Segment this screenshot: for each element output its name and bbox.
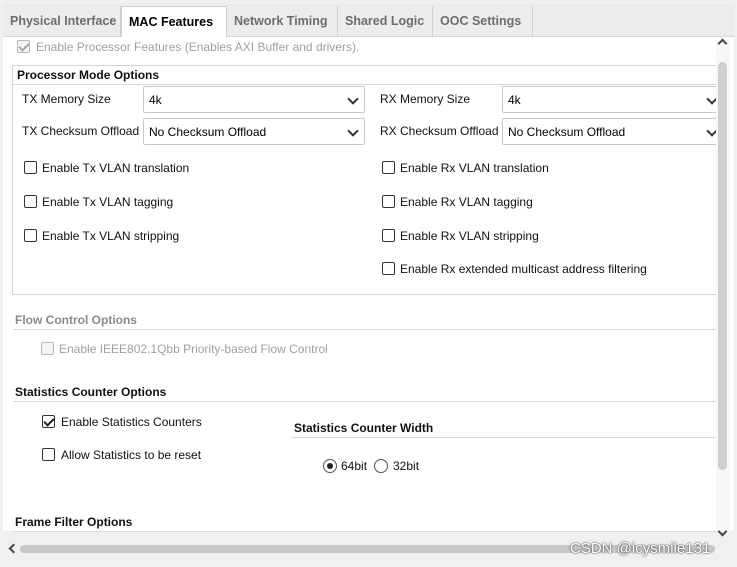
tx-checksum-label: TX Checksum Offload [22,124,140,138]
tab-mac-features[interactable]: MAC Features [121,6,227,39]
pfc-label: Enable IEEE802.1Qbb Priority-based Flow … [59,342,328,356]
chevron-down-icon [347,125,359,137]
statistics-title: Statistics Counter Options [15,385,167,399]
tx-checksum-select[interactable]: No Checksum Offload [143,118,365,145]
rx-checksum-value: No Checksum Offload [508,125,626,139]
tx-memory-size-select[interactable]: 4k [143,86,365,113]
rx-memory-size-value: 4k [508,93,521,107]
tx-vlan-tagging-checkbox[interactable] [24,195,37,208]
statistics-divider [13,401,716,402]
tx-vlan-stripping-checkbox[interactable] [24,229,37,242]
tx-vlan-translation-label: Enable Tx VLAN translation [42,161,190,175]
enable-processor-checkbox[interactable] [17,40,30,53]
radio-32bit-label: 32bit [393,459,420,473]
rx-vlan-tagging-checkbox[interactable] [382,195,395,208]
rx-memory-size-label: RX Memory Size [380,92,471,106]
rx-vlan-translation-checkbox[interactable] [382,161,395,174]
tx-checksum-value: No Checksum Offload [149,125,267,139]
flow-control-title: Flow Control Options [15,313,137,327]
enable-processor-label: Enable Processor Features (Enables AXI B… [36,40,360,54]
allow-reset-checkbox[interactable] [42,448,55,461]
rx-vlan-translation-label: Enable Rx VLAN translation [400,161,549,175]
tx-vlan-tagging-label: Enable Tx VLAN tagging [42,195,174,209]
frame-filter-divider [13,531,716,532]
allow-reset-label: Allow Statistics to be reset [61,448,202,462]
radio-64bit[interactable] [323,459,337,473]
rx-vlan-stripping-label: Enable Rx VLAN stripping [400,229,539,243]
rx-multicast-filter-label: Enable Rx extended multicast address fil… [400,262,647,276]
radio-32bit[interactable] [374,459,388,473]
rx-memory-size-select[interactable]: 4k [502,86,724,113]
rx-vlan-stripping-checkbox[interactable] [382,229,395,242]
enable-statistics-checkbox[interactable] [42,415,55,428]
tab-ooc-settings[interactable]: OOC Settings [433,6,533,37]
processor-mode-title: Processor Mode Options [17,68,160,82]
tab-bar: Physical Interface MAC Features Network … [3,4,734,39]
counter-width-divider [292,437,716,438]
tab-physical-interface[interactable]: Physical Interface [3,6,121,37]
vertical-scroll-thumb[interactable] [718,62,727,470]
tab-network-timing[interactable]: Network Timing [227,6,338,37]
flow-control-divider [13,329,716,330]
tx-vlan-stripping-label: Enable Tx VLAN stripping [42,229,180,243]
enable-statistics-label: Enable Statistics Counters [61,415,202,429]
tx-memory-size-value: 4k [149,93,162,107]
counter-width-title: Statistics Counter Width [294,421,434,435]
tx-vlan-translation-checkbox[interactable] [24,161,37,174]
processor-mode-divider [13,84,716,85]
tab-shared-logic[interactable]: Shared Logic [338,6,433,37]
rx-checksum-label: RX Checksum Offload [380,124,499,138]
watermark: CSDN @icysmile131 [570,540,711,557]
rx-checksum-select[interactable]: No Checksum Offload [502,118,724,145]
radio-64bit-label: 64bit [341,459,368,473]
rx-multicast-filter-checkbox[interactable] [382,262,395,275]
rx-vlan-tagging-label: Enable Rx VLAN tagging [400,195,533,209]
tx-memory-size-label: TX Memory Size [22,92,111,106]
chevron-down-icon [347,93,359,105]
pfc-checkbox[interactable] [41,342,54,355]
frame-filter-title: Frame Filter Options [15,515,133,529]
